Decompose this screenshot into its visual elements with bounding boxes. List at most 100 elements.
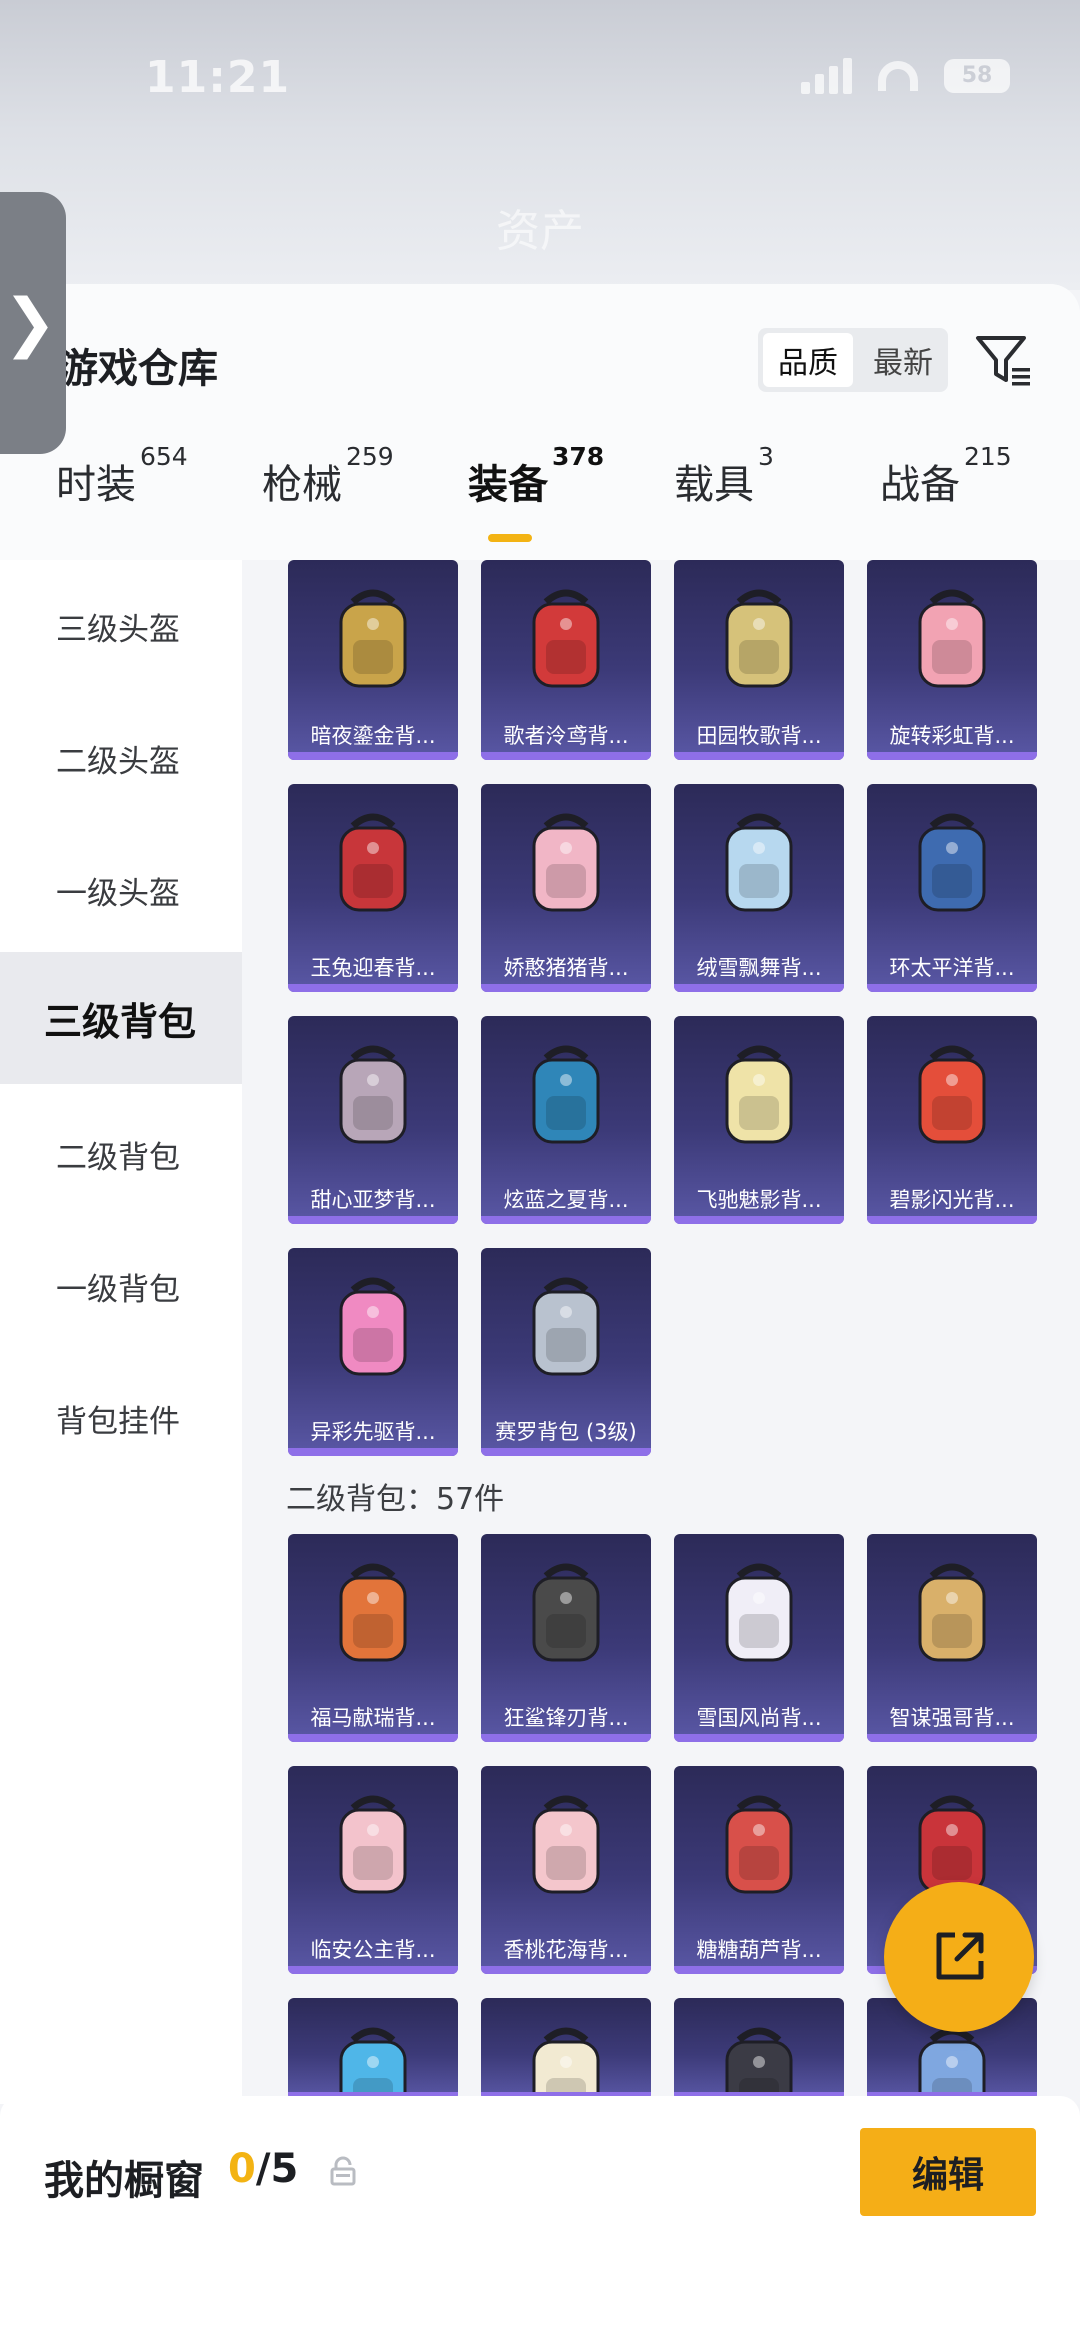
level3-backpack-tile[interactable]: 暗夜鎏金背...	[288, 560, 458, 760]
item-name: 歌者泠鸢背...	[503, 724, 629, 748]
level2-backpack-tile[interactable]: 智谋强哥背...	[867, 1534, 1037, 1742]
tab-vehicles[interactable]: 载具3	[674, 442, 774, 510]
backpack-icon	[339, 2027, 407, 2100]
backpack-icon	[532, 1045, 600, 1144]
sidebar-item-level3-backpack[interactable]: 三级背包	[0, 952, 242, 1084]
share-button[interactable]	[884, 1882, 1034, 2032]
tab-label: 载具	[674, 462, 754, 508]
app-screen: 11:21 58 资产 ❯ 游戏仓库 品质 最新 时装654 枪械259 装备3…	[0, 0, 1080, 2341]
level2-backpack-tile[interactable]: 福马献瑞背...	[288, 1534, 458, 1742]
sidebar-item-level2-backpack[interactable]: 二级背包	[0, 1088, 242, 1220]
level3-backpack-tile[interactable]: 异彩先驱背...	[288, 1248, 458, 1456]
sort-newest-button[interactable]: 最新	[858, 328, 948, 392]
level3-backpack-tile[interactable]: 碧影闪光背...	[867, 1016, 1037, 1224]
backpack-icon	[725, 1563, 793, 1662]
tab-firearms[interactable]: 枪械259	[262, 442, 394, 510]
active-tab-indicator	[488, 534, 532, 542]
backpack-icon	[532, 1277, 600, 1376]
sort-toggle: 品质 最新	[758, 328, 948, 392]
item-name: 甜心亚梦背...	[310, 1188, 436, 1212]
signal-icon	[801, 58, 852, 94]
level2-backpack-tile[interactable]: 雪国风尚背...	[674, 1534, 844, 1742]
backpack-icon	[532, 589, 600, 688]
backpack-icon	[725, 2027, 793, 2100]
item-name: 福马献瑞背...	[310, 1706, 436, 1730]
backpack-icon	[918, 1563, 986, 1662]
backpack-icon	[918, 1045, 986, 1144]
item-name: 环太平洋背...	[889, 956, 1015, 980]
category-tabs: 时装654 枪械259 装备378 载具3 战备215	[0, 442, 1080, 542]
backpack-icon	[725, 813, 793, 912]
backpack-icon	[532, 1795, 600, 1894]
tab-equipment[interactable]: 装备378	[468, 442, 604, 510]
level3-backpack-tile[interactable]: 旋转彩虹背...	[867, 560, 1037, 760]
backpack-icon	[532, 813, 600, 912]
backpack-icon	[918, 2027, 986, 2100]
level3-backpack-tile[interactable]: 甜心亚梦背...	[288, 1016, 458, 1224]
backpack-icon	[532, 2027, 600, 2100]
sort-quality-button[interactable]: 品质	[763, 333, 853, 387]
showcase-count: 0/5	[228, 2146, 298, 2192]
page-title: 资产	[496, 206, 584, 257]
level3-backpack-tile[interactable]: 歌者泠鸢背...	[481, 560, 651, 760]
level2-backpack-tile[interactable]	[288, 1998, 458, 2100]
level3-backpack-tile[interactable]: 田园牧歌背...	[674, 560, 844, 760]
level2-backpack-tile[interactable]: 糖糖葫芦背...	[674, 1766, 844, 1974]
tab-label: 时装	[56, 462, 136, 508]
tab-combat-supplies[interactable]: 战备215	[880, 442, 1012, 510]
level2-backpack-tile[interactable]: 临安公主背...	[288, 1766, 458, 1974]
item-name: 赛罗背包 (3级)	[495, 1420, 637, 1444]
level3-backpack-tile[interactable]: 环太平洋背...	[867, 784, 1037, 992]
backpack-icon	[725, 1795, 793, 1894]
backpack-icon	[725, 1045, 793, 1144]
item-name: 田园牧歌背...	[696, 724, 822, 748]
item-name: 异彩先驱背...	[310, 1420, 436, 1444]
sidebar-item-backpack-charms[interactable]: 背包挂件	[0, 1352, 242, 1484]
tab-label: 战备	[880, 462, 960, 508]
level3-backpack-tile[interactable]: 赛罗背包 (3级)	[481, 1248, 651, 1456]
level2-backpack-tile[interactable]: 狂鲨锋刃背...	[481, 1534, 651, 1742]
item-name: 娇憨猪猪背...	[503, 956, 629, 980]
status-time: 11:21	[145, 52, 291, 103]
level2-backpack-tile[interactable]	[674, 1998, 844, 2100]
warehouse-header: 游戏仓库 品质 最新 时装654 枪械259 装备378 载具3 战备215	[0, 284, 1080, 564]
backpack-icon	[918, 813, 986, 912]
battery-icon: 58	[944, 59, 1010, 93]
item-name: 飞驰魅影背...	[696, 1188, 822, 1212]
item-name: 临安公主背...	[310, 1938, 436, 1962]
item-name: 绒雪飘舞背...	[696, 956, 822, 980]
expand-drawer-button[interactable]: ❯	[0, 192, 66, 454]
item-name: 香桃花海背...	[503, 1938, 629, 1962]
backpack-icon	[725, 589, 793, 688]
level3-backpack-tile[interactable]: 娇憨猪猪背...	[481, 784, 651, 992]
subcategory-sidebar: 三级头盔 二级头盔 一级头盔 三级背包 二级背包 一级背包 背包挂件	[0, 560, 242, 2104]
item-name: 雪国风尚背...	[696, 1706, 822, 1730]
filter-icon[interactable]	[972, 328, 1036, 392]
level3-backpack-tile[interactable]: 玉兔迎春背...	[288, 784, 458, 992]
tab-count: 215	[964, 442, 1012, 471]
wifi-icon	[878, 61, 918, 91]
backpack-icon	[339, 1795, 407, 1894]
backpack-icon	[918, 589, 986, 688]
showcase-title: 我的橱窗	[44, 2158, 204, 2204]
tab-count: 654	[140, 442, 188, 471]
share-icon	[936, 1932, 984, 1980]
level2-section-heading: 二级背包：57件	[286, 1482, 505, 1517]
sidebar-item-level3-helmet[interactable]: 三级头盔	[0, 560, 242, 692]
level3-backpack-tile[interactable]: 绒雪飘舞背...	[674, 784, 844, 992]
backpack-icon	[339, 589, 407, 688]
level2-backpack-tile[interactable]: 香桃花海背...	[481, 1766, 651, 1974]
item-name: 糖糖葫芦背...	[696, 1938, 822, 1962]
item-name: 碧影闪光背...	[889, 1188, 1015, 1212]
showcase-count-current: 0	[228, 2146, 256, 2192]
item-name: 炫蓝之夏背...	[503, 1188, 629, 1212]
tab-fashion[interactable]: 时装654	[56, 442, 188, 510]
level3-backpack-tile[interactable]: 炫蓝之夏背...	[481, 1016, 651, 1224]
level2-backpack-tile[interactable]	[481, 1998, 651, 2100]
sidebar-item-level2-helmet[interactable]: 二级头盔	[0, 692, 242, 824]
showcase-bar: 我的橱窗 0/5 编辑	[0, 2096, 1080, 2341]
edit-showcase-button[interactable]: 编辑	[860, 2128, 1036, 2216]
sidebar-item-level1-helmet[interactable]: 一级头盔	[0, 824, 242, 956]
level3-backpack-tile[interactable]: 飞驰魅影背...	[674, 1016, 844, 1224]
sidebar-item-level1-backpack[interactable]: 一级背包	[0, 1220, 242, 1352]
